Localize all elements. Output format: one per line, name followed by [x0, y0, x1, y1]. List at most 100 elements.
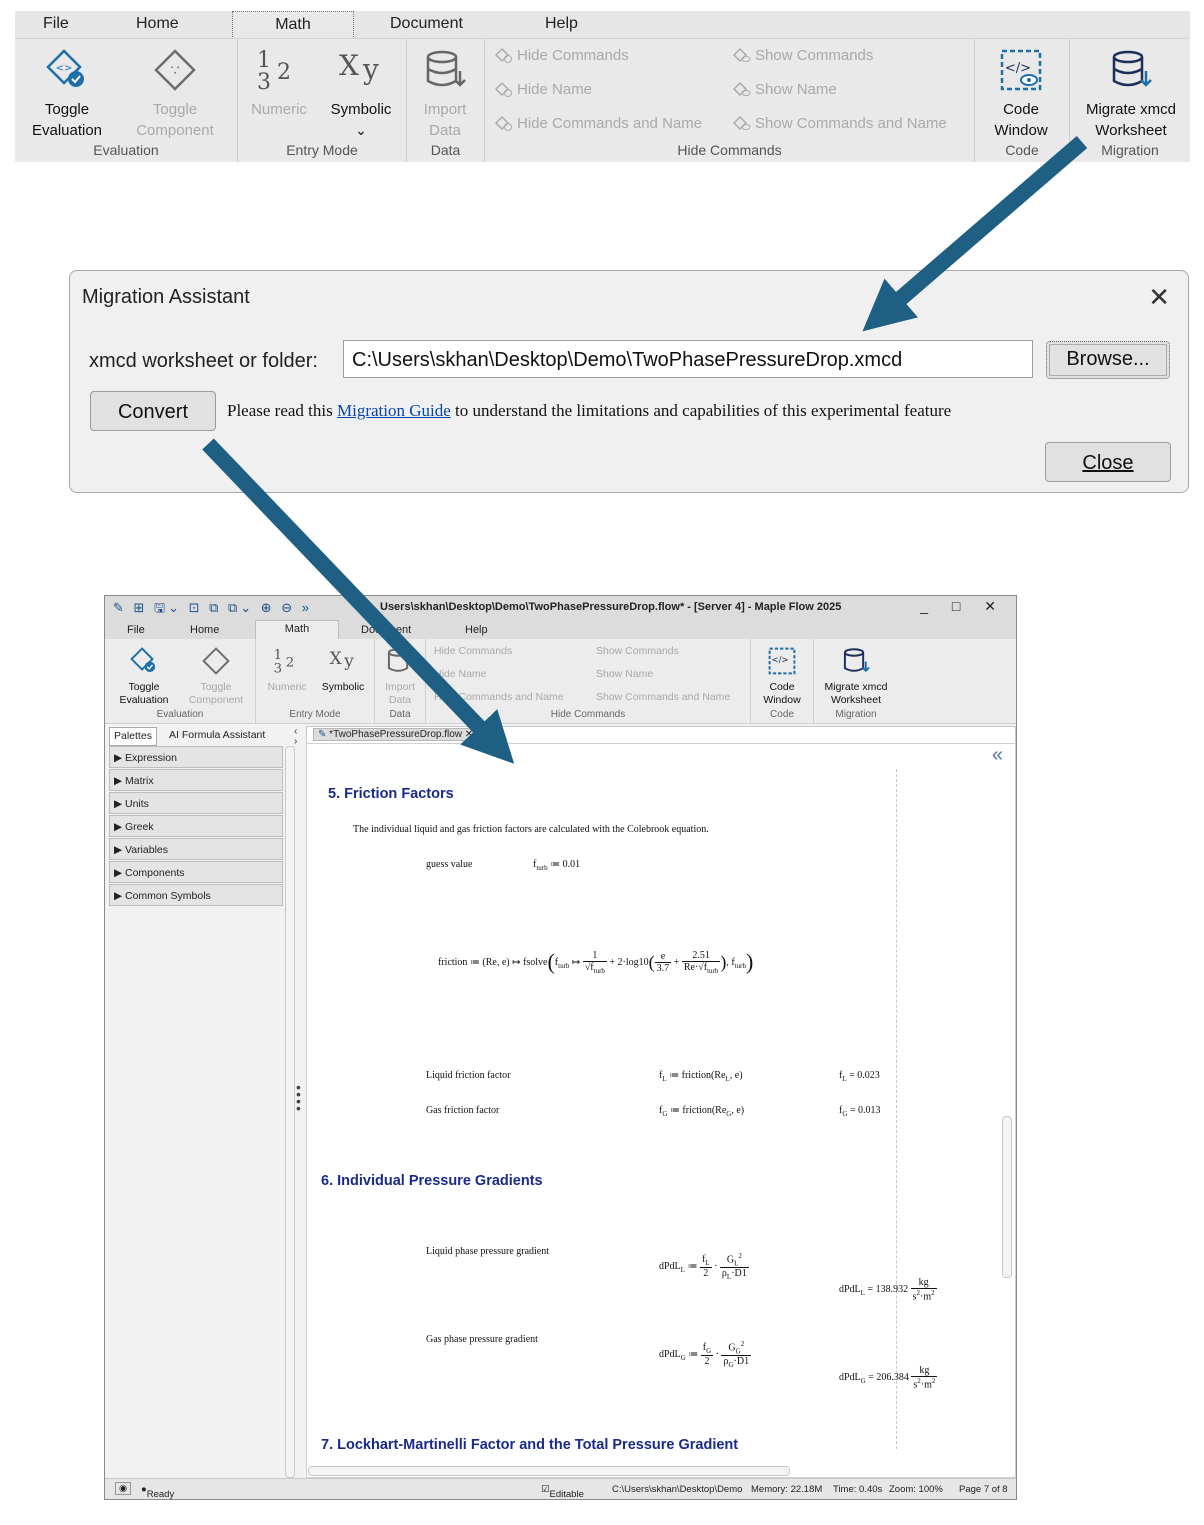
splitter-handle[interactable]: • • • • [296, 1080, 301, 1115]
settings-icon[interactable]: ◉ [115, 1482, 132, 1495]
app-toggle-component-button[interactable]: Toggle Component [183, 641, 249, 707]
window-title: Users\skhan\Desktop\Demo\TwoPhasePressur… [380, 601, 842, 613]
browse-button[interactable]: Browse... [1046, 341, 1170, 379]
app-import-data-button[interactable]: Import Data [377, 641, 423, 707]
app-migrate-label-1: Migrate xmcd [824, 681, 888, 693]
toggle-component-button[interactable]: ∵ Toggle Component [127, 41, 223, 141]
palette-label: Common Symbols [125, 890, 211, 902]
window-controls[interactable]: _ □ ✕ [920, 598, 1006, 615]
toggle-evaluation-button[interactable]: <> Toggle Evaluation [21, 41, 113, 141]
liquid-pressure-gradient-result: dPdLL = 138.932 kg s2·m2 [839, 1277, 937, 1303]
show-icon [732, 81, 751, 97]
app-group-label-data: Data [389, 709, 411, 720]
fl-result-value: 0.023 [857, 1070, 880, 1081]
palette-scrollbar[interactable] [285, 746, 295, 1478]
app-group-label-evaluation: Evaluation [156, 709, 204, 720]
palette-common-symbols[interactable]: ▶ Common Symbols [109, 884, 283, 906]
document-tab-label: *TwoPhasePressureDrop.flow [329, 729, 463, 740]
palette-variables[interactable]: ▶ Variables [109, 838, 283, 860]
document-horizontal-scrollbar[interactable] [308, 1466, 790, 1476]
svg-text:1: 1 [274, 648, 283, 663]
import-data-button[interactable]: Import Data [411, 41, 479, 141]
show-commands-button[interactable]: Show Commands [732, 47, 873, 64]
numeric-button[interactable]: 132 Numeric [244, 41, 314, 120]
numeric-label: Numeric [251, 101, 307, 118]
collapse-panel-icon[interactable]: ‹ › [294, 727, 297, 747]
numeric-icon: 132 [262, 641, 312, 681]
tab-ai-formula-assistant[interactable]: AI Formula Assistant [165, 727, 269, 744]
show-name-button[interactable]: Show Name [732, 81, 837, 98]
app-show-name-button[interactable]: Show Name [596, 668, 653, 680]
svg-text:</>: </> [772, 654, 789, 664]
chevron-down-icon: ⌄ [355, 122, 367, 138]
app-show-commands-button[interactable]: Show Commands [596, 645, 679, 657]
app-hide-commands-button[interactable]: Hide Commands [434, 645, 512, 657]
tab-help[interactable]: Help [545, 15, 578, 33]
app-tab-document[interactable]: Document [361, 624, 411, 636]
palette-expression[interactable]: ▶ Expression [109, 746, 283, 768]
svg-text:3: 3 [274, 662, 283, 677]
main-ribbon: File Home Math Document Help <> Toggle E… [15, 11, 1190, 162]
status-ready-label: Ready [146, 1489, 175, 1500]
migrate-xmcd-worksheet-button[interactable]: Migrate xmcd Worksheet [1074, 41, 1188, 141]
app-tab-help[interactable]: Help [465, 624, 488, 636]
palette-components[interactable]: ▶ Components [109, 861, 283, 883]
app-tab-home[interactable]: Home [190, 624, 219, 636]
liquid-pressure-gradient-label: Liquid phase pressure gradient [426, 1246, 550, 1257]
double-chevron-left-icon[interactable]: « [992, 744, 1003, 767]
section-paragraph-5: The individual liquid and gas friction f… [353, 824, 709, 835]
hide-commands-button[interactable]: Hide Commands [494, 47, 629, 64]
app-code-window-button[interactable]: </> Code Window [755, 641, 809, 707]
window-titlebar: ✎ ⊞ 🖫⌄ ⊡ ⧉ ⧉⌄ ⊕ ⊖ » Users\skhan\Desktop\… [105, 596, 1016, 620]
quick-access-toolbar[interactable]: ✎ ⊞ 🖫⌄ ⊡ ⧉ ⧉⌄ ⊕ ⊖ » [113, 599, 312, 621]
palette-greek[interactable]: ▶ Greek [109, 815, 283, 837]
app-migrate-label-2: Worksheet [831, 694, 881, 706]
migration-guide-link[interactable]: Migration Guide [337, 401, 451, 420]
close-icon[interactable]: ✕ [1148, 282, 1170, 313]
app-hide-commands-and-name-button[interactable]: Hide Commands and Name [434, 691, 564, 703]
convert-button[interactable]: Convert [90, 391, 216, 431]
worksheet-path-input[interactable]: C:\Users\skhan\Desktop\Demo\TwoPhasePres… [343, 340, 1033, 378]
app-symbolic-button[interactable]: Xy Symbolic [316, 641, 370, 694]
tab-file[interactable]: File [43, 15, 69, 33]
svg-text:X: X [330, 649, 343, 669]
app-group-hide-commands: Hide Commands Hide Name Hide Commands an… [426, 639, 751, 723]
app-hide-name-button[interactable]: Hide Name [434, 668, 487, 680]
editable-checkbox[interactable]: ☑ Editable [541, 1484, 584, 1499]
gas-friction-factor-result: fG = 0.013 [839, 1105, 881, 1118]
app-toggle-evaluation-button[interactable]: Toggle Evaluation [113, 641, 175, 707]
tab-palettes[interactable]: Palettes [109, 727, 157, 746]
note-text-after: to understand the limitations and capabi… [450, 401, 952, 420]
app-symbolic-label: Symbolic [321, 681, 365, 693]
app-migrate-xmcd-worksheet-button[interactable]: Migrate xmcd Worksheet [816, 641, 896, 707]
database-import-icon [377, 641, 423, 681]
migrate-label-1: Migrate xmcd [1085, 101, 1177, 118]
show-commands-and-name-button[interactable]: Show Commands and Name [732, 115, 947, 132]
document-tab-bar: ✎ *TwoPhasePressureDrop.flow ✕ [306, 726, 1016, 744]
document-canvas[interactable]: « 5. Friction Factors The individual liq… [306, 743, 1016, 1478]
status-page: Page 7 of 8 [959, 1484, 1008, 1495]
symbolic-button[interactable]: Xy Symbolic ⌄ [322, 41, 400, 141]
app-numeric-button[interactable]: 132 Numeric [262, 641, 312, 694]
tab-math[interactable]: Math [232, 11, 354, 39]
palette-units[interactable]: ▶ Units [109, 792, 283, 814]
hide-name-button[interactable]: Hide Name [494, 81, 592, 98]
app-tab-math[interactable]: Math [255, 620, 339, 640]
app-tab-file[interactable]: File [127, 624, 145, 636]
app-show-commands-and-name-button[interactable]: Show Commands and Name [596, 691, 730, 703]
document-tab[interactable]: ✎ *TwoPhasePressureDrop.flow ✕ [313, 728, 479, 741]
code-window-button[interactable]: </> Code Window [981, 41, 1061, 141]
tab-document[interactable]: Document [390, 15, 463, 33]
hide-commands-and-name-button[interactable]: Hide Commands and Name [494, 115, 702, 132]
document-vertical-scrollbar[interactable] [1002, 1116, 1012, 1278]
group-hide-commands: Hide Commands Hide Name Hide Commands an… [485, 39, 975, 162]
close-button[interactable]: Close [1045, 442, 1171, 482]
toggle-evaluation-label-1: Toggle [44, 101, 90, 118]
database-import-icon [411, 41, 479, 99]
svg-text:∵: ∵ [171, 63, 180, 79]
tab-home[interactable]: Home [136, 15, 179, 33]
close-icon[interactable]: ✕ [465, 729, 473, 740]
palette-matrix[interactable]: ▶ Matrix [109, 769, 283, 791]
svg-text:<>: <> [56, 63, 73, 74]
svg-text:2: 2 [277, 60, 291, 85]
